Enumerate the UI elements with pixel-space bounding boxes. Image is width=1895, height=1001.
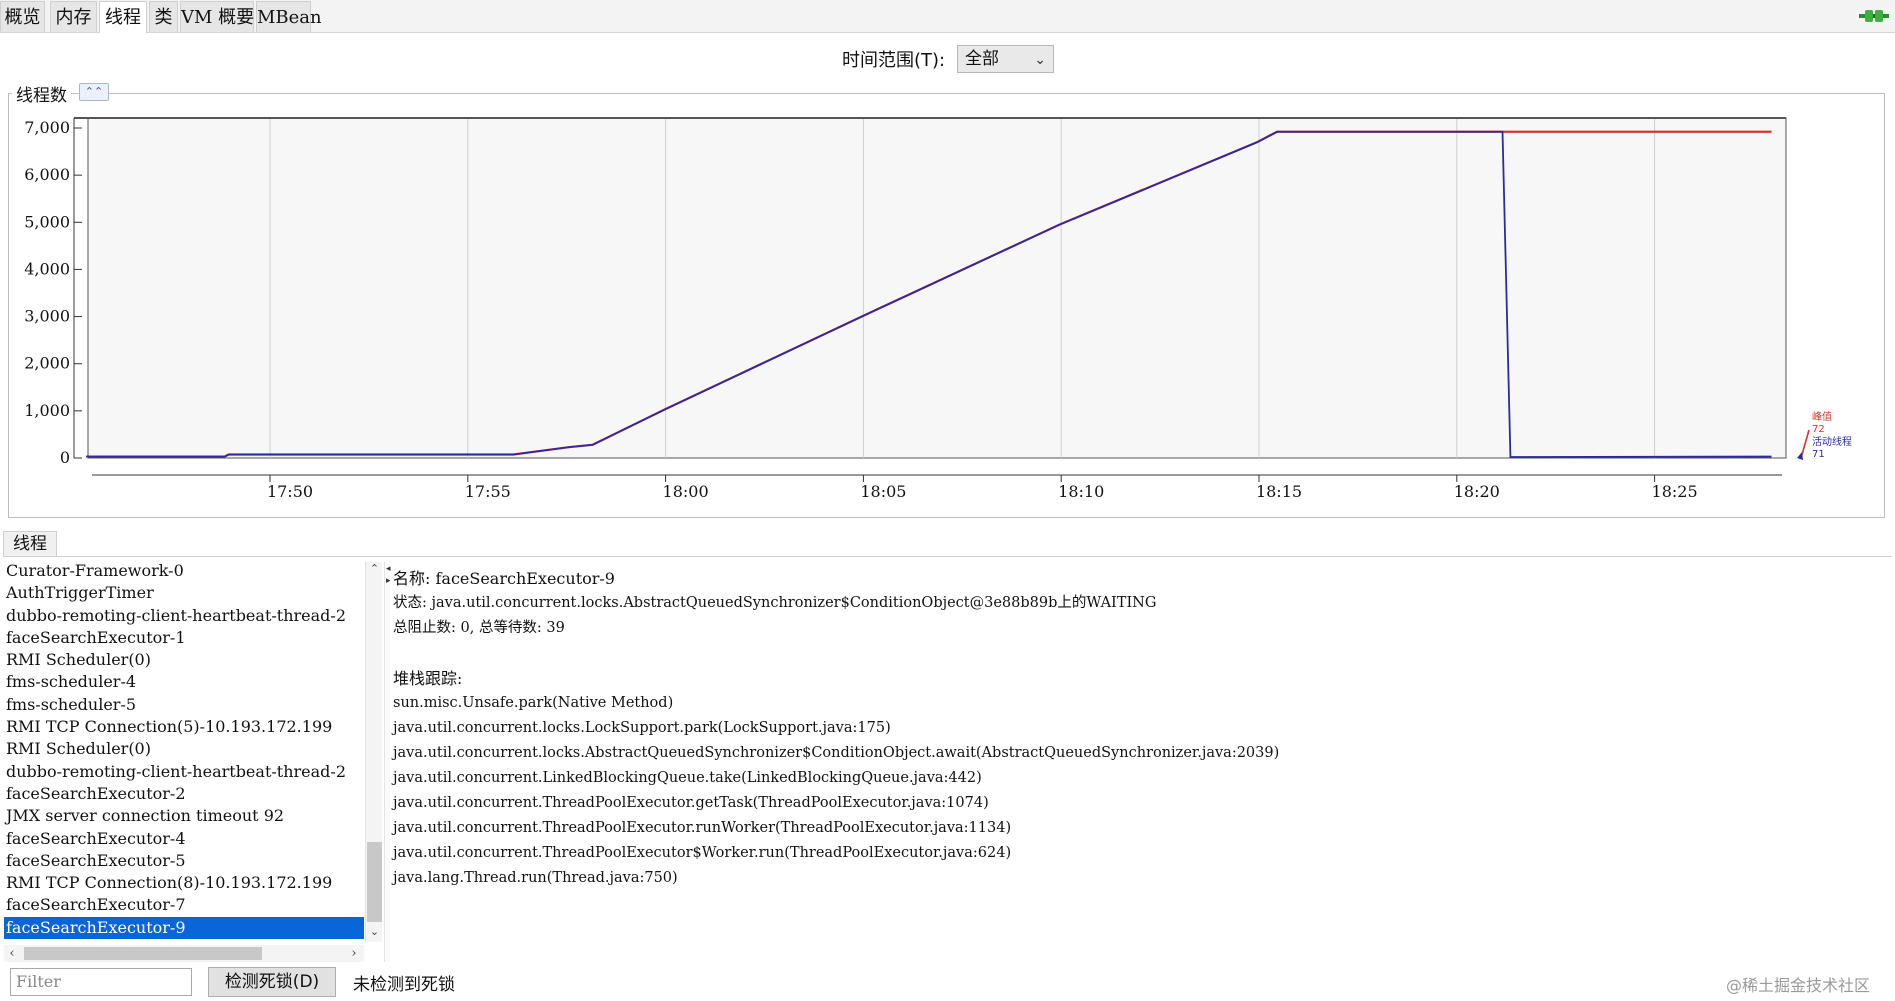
thread-list-item[interactable]: dubbo-remoting-client-heartbeat-thread-2	[4, 605, 364, 627]
stack-frame: java.util.concurrent.locks.LockSupport.p…	[393, 720, 891, 736]
y-tick-label: 1,000	[24, 401, 70, 420]
stack-frame: java.util.concurrent.ThreadPoolExecutor.…	[393, 820, 1012, 836]
stack-frame: java.util.concurrent.ThreadPoolExecutor$…	[393, 845, 1012, 861]
thread-count-chart: 7,000 6,000 5,000 4,000 3,000 2,000 1,000 0 17:5…	[24, 117, 1852, 501]
stack-frame: java.util.concurrent.LinkedBlockingQueue…	[393, 770, 982, 786]
scrollbar-thumb[interactable]	[24, 947, 262, 960]
stack-frame: java.util.concurrent.locks.AbstractQueue…	[393, 745, 1280, 761]
x-tick-label: 18:00	[663, 482, 709, 501]
y-tick-label: 0	[60, 448, 70, 467]
scroll-up-icon[interactable]: ⌃	[366, 562, 383, 578]
x-tick-label: 18:15	[1256, 482, 1302, 501]
x-tick-label: 18:25	[1652, 482, 1698, 501]
thread-list-item[interactable]: RMI Scheduler(0)	[4, 738, 364, 760]
deadlock-status: 未检测到死锁	[353, 975, 455, 995]
x-tick-label: 18:05	[860, 482, 906, 501]
thread-list-item[interactable]: faceSearchExecutor-1	[4, 627, 364, 649]
thread-list-item[interactable]: dubbo-remoting-client-heartbeat-thread-2	[4, 761, 364, 783]
thread-list-item[interactable]: RMI TCP Connection(8)-10.193.172.199	[4, 872, 364, 894]
x-tick-label: 17:50	[267, 482, 313, 501]
y-tick-label: 4,000	[24, 259, 70, 278]
legend-series-value: 72	[1812, 424, 1825, 435]
threads-section-tab[interactable]: 线程	[3, 531, 57, 557]
thread-list-item[interactable]: RMI TCP Connection(5)-10.193.172.199	[4, 716, 364, 738]
x-tick-label: 18:20	[1454, 482, 1500, 501]
thread-counts-line: 总阻止数: 0, 总等待数: 39	[393, 620, 565, 636]
thread-list-item[interactable]: fms-scheduler-4	[4, 671, 364, 693]
x-tick-label: 17:55	[465, 482, 511, 501]
thread-list-item[interactable]: faceSearchExecutor-7	[4, 894, 364, 916]
scroll-down-icon[interactable]: ⌄	[366, 925, 383, 941]
stack-trace-title: 堆栈跟踪:	[393, 669, 463, 688]
thread-state-line: 状态: java.util.concurrent.locks.AbstractQ…	[393, 595, 1157, 611]
plot-area	[87, 117, 1787, 459]
thread-list-item[interactable]: fms-scheduler-5	[4, 694, 364, 716]
stack-frame: sun.misc.Unsafe.park(Native Method)	[393, 695, 674, 711]
scroll-right-icon[interactable]: ›	[346, 945, 362, 962]
thread-list-item[interactable]: RMI Scheduler(0)	[4, 649, 364, 671]
collapse-left-icon[interactable]: ◂	[386, 564, 391, 574]
legend-series-name: 活动线程	[1812, 435, 1852, 448]
thread-name-line: 名称: faceSearchExecutor-9	[393, 569, 615, 588]
y-tick-label: 6,000	[24, 165, 70, 184]
watermark: @稀土掘金技术社区	[1726, 976, 1871, 995]
legend-arrow	[1797, 452, 1803, 460]
collapse-right-icon[interactable]: ▸	[386, 576, 391, 586]
thread-list[interactable]: Curator-Framework-0 AuthTriggerTimer dubbo…	[4, 560, 364, 942]
x-tick-label: 18:10	[1058, 482, 1104, 501]
detect-deadlock-button[interactable]: 检测死锁(D)	[208, 967, 336, 997]
filter-input[interactable]: Filter	[10, 968, 192, 996]
thread-list-item[interactable]: AuthTriggerTimer	[4, 582, 364, 604]
thread-list-item[interactable]: faceSearchExecutor-4	[4, 828, 364, 850]
y-tick-label: 5,000	[24, 212, 70, 231]
y-tick-label: 7,000	[24, 118, 70, 137]
legend-series-value: 71	[1812, 449, 1825, 460]
thread-list-item[interactable]: faceSearchExecutor-2	[4, 783, 364, 805]
thread-list-vertical-scrollbar[interactable]: ⌃ ⌄	[365, 562, 382, 942]
y-tick-label: 3,000	[24, 307, 70, 326]
y-tick-label: 2,000	[24, 354, 70, 373]
thread-list-item[interactable]: faceSearchExecutor-5	[4, 850, 364, 872]
stack-frame: java.util.concurrent.ThreadPoolExecutor.…	[393, 795, 989, 811]
thread-list-item[interactable]: Curator-Framework-0	[4, 560, 364, 582]
thread-list-item[interactable]: JMX server connection timeout 92	[4, 805, 364, 827]
stack-trace: sun.misc.Unsafe.park(Native Method) java.…	[393, 691, 1883, 891]
thread-details: 名称: faceSearchExecutor-9 状态: java.util.c…	[393, 566, 1883, 891]
split-pane-divider[interactable]: ◂ ▸	[384, 562, 391, 962]
legend-series-name: 峰值	[1812, 410, 1832, 423]
chart-legend: 峰值72活动线程71	[1797, 410, 1852, 460]
scroll-left-icon[interactable]: ‹	[4, 945, 20, 962]
scrollbar-thumb[interactable]	[367, 842, 382, 922]
thread-list-horizontal-scrollbar[interactable]: ‹ ›	[4, 945, 364, 962]
stack-frame: java.lang.Thread.run(Thread.java:750)	[393, 870, 678, 886]
thread-list-item[interactable]: faceSearchExecutor-9	[4, 916, 364, 940]
